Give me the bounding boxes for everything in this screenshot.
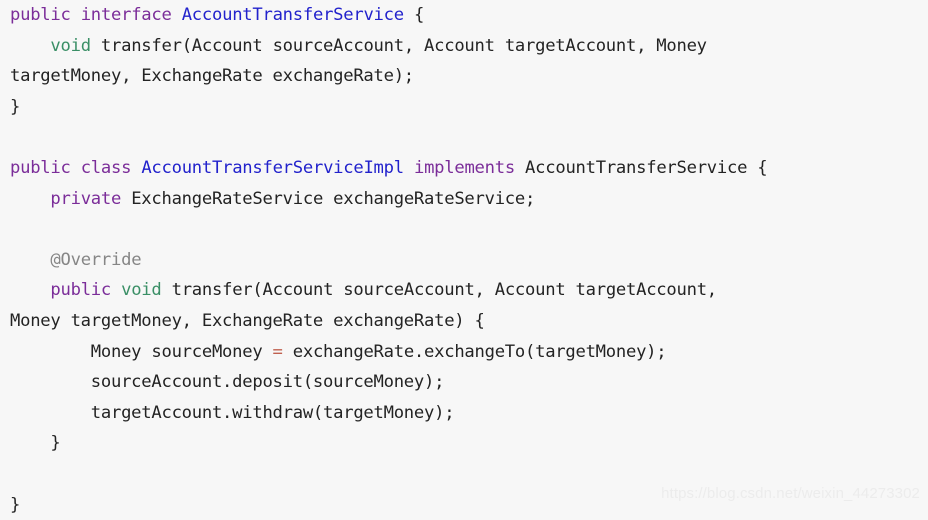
code-token-plain: AccountTransferService { — [515, 158, 767, 178]
code-token-plain — [71, 158, 81, 178]
code-line: private ExchangeRateService exchangeRate… — [0, 184, 928, 215]
code-token-keyword: interface — [81, 5, 172, 25]
code-line: } — [0, 92, 928, 123]
code-token-plain: ExchangeRateService exchangeRateService; — [121, 189, 535, 209]
code-token-type: AccountTransferService — [182, 5, 404, 25]
code-token-primitive: void — [121, 280, 161, 300]
code-token-plain — [404, 158, 414, 178]
code-token-plain — [10, 36, 50, 56]
code-token-plain: } — [10, 433, 61, 453]
code-token-plain — [172, 5, 182, 25]
code-token-plain — [131, 158, 141, 178]
code-token-keyword: public — [50, 280, 111, 300]
code-line: } — [0, 428, 928, 459]
code-token-plain — [10, 280, 50, 300]
code-line: @Override — [0, 245, 928, 276]
code-token-plain: sourceAccount.deposit(sourceMoney); — [10, 372, 444, 392]
code-token-keyword: implements — [414, 158, 515, 178]
code-line: public interface AccountTransferService … — [0, 0, 928, 31]
code-line: Money targetMoney, ExchangeRate exchange… — [0, 306, 928, 337]
code-line: Money sourceMoney = exchangeRate.exchang… — [0, 337, 928, 368]
code-token-plain — [10, 250, 50, 270]
code-token-plain — [10, 219, 20, 239]
code-token-keyword: public — [10, 158, 71, 178]
code-token-plain: } — [10, 495, 20, 515]
code-token-plain: { — [404, 5, 424, 25]
code-token-keyword: private — [50, 189, 121, 209]
code-block: public interface AccountTransferService … — [0, 0, 928, 504]
code-line: sourceAccount.deposit(sourceMoney); — [0, 367, 928, 398]
code-token-plain: targetMoney, ExchangeRate exchangeRate); — [10, 66, 414, 86]
code-token-plain: Money sourceMoney — [10, 342, 273, 362]
code-token-plain: transfer(Account sourceAccount, Account … — [91, 36, 707, 56]
watermark-text: https://blog.csdn.net/weixin_44273302 — [661, 485, 920, 502]
code-line — [0, 214, 928, 245]
code-line: public class AccountTransferServiceImpl … — [0, 153, 928, 184]
code-token-operator: = — [273, 342, 283, 362]
code-token-primitive: void — [50, 36, 90, 56]
code-token-keyword: class — [81, 158, 132, 178]
code-token-type: AccountTransferServiceImpl — [141, 158, 404, 178]
code-token-plain: exchangeRate.exchangeTo(targetMoney); — [283, 342, 667, 362]
code-line: targetAccount.withdraw(targetMoney); — [0, 398, 928, 429]
code-token-plain: targetAccount.withdraw(targetMoney); — [10, 403, 454, 423]
code-line: targetMoney, ExchangeRate exchangeRate); — [0, 61, 928, 92]
code-line — [0, 122, 928, 153]
code-token-plain: } — [10, 97, 20, 117]
code-token-plain — [10, 464, 20, 484]
code-line: public void transfer(Account sourceAccou… — [0, 275, 928, 306]
code-token-plain — [10, 189, 50, 209]
code-token-plain — [71, 5, 81, 25]
code-line: void transfer(Account sourceAccount, Acc… — [0, 31, 928, 62]
code-token-plain — [111, 280, 121, 300]
code-token-plain — [10, 127, 20, 147]
code-token-plain: transfer(Account sourceAccount, Account … — [162, 280, 717, 300]
code-token-plain: Money targetMoney, ExchangeRate exchange… — [10, 311, 485, 331]
code-token-keyword: public — [10, 5, 71, 25]
code-token-annotation: @Override — [50, 250, 141, 270]
